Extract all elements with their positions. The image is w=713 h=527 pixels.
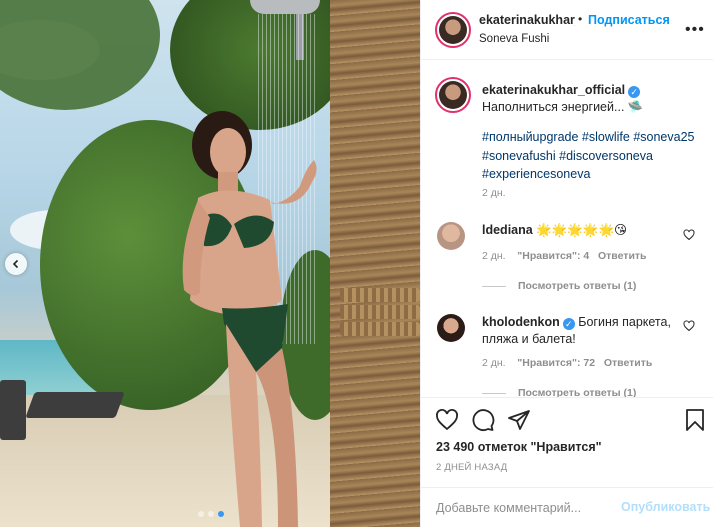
carousel-prev-button[interactable] bbox=[5, 253, 27, 275]
likes-count[interactable]: 23 490 отметок "Нравится" bbox=[436, 440, 602, 454]
caption-time: 2 дн. bbox=[482, 187, 506, 199]
view-replies-label[interactable]: Посмотреть ответы (1) bbox=[518, 387, 636, 397]
bookmark-icon[interactable] bbox=[683, 408, 707, 432]
comment-time: 2 дн. bbox=[482, 357, 506, 369]
comment-text: 🌟🌟🌟🌟🌟😘 bbox=[536, 223, 628, 237]
comments-list[interactable]: ekaterinakukhar_official ✓ Наполниться эн… bbox=[421, 61, 713, 397]
location-link[interactable]: Soneva Fushi bbox=[479, 33, 549, 45]
post-date: 2 ДНЕЙ НАЗАД bbox=[436, 462, 508, 473]
replies-divider bbox=[482, 285, 506, 287]
like-comment-heart-icon[interactable] bbox=[683, 229, 695, 241]
comment-text: Богиня паркета, bbox=[578, 315, 671, 329]
comment-icon[interactable] bbox=[471, 408, 495, 432]
hashtag-line[interactable]: #experiencesoneva bbox=[482, 165, 702, 184]
caption-avatar-ring[interactable] bbox=[435, 77, 471, 113]
post-side-panel: ekaterinakukhar_of • Подписаться Soneva … bbox=[420, 0, 713, 527]
person-figure bbox=[182, 111, 317, 527]
caption-hashtags: #полныйupgrade #slowlife #soneva25 #sone… bbox=[482, 128, 702, 184]
verified-badge-icon: ✓ bbox=[562, 318, 575, 330]
view-replies-button[interactable]: Посмотреть ответы (1) bbox=[482, 387, 636, 397]
rope bbox=[340, 288, 420, 302]
post-photo[interactable] bbox=[0, 0, 420, 527]
reply-button[interactable]: Ответить bbox=[604, 357, 653, 369]
caption-username[interactable]: ekaterinakukhar_official bbox=[482, 83, 625, 97]
foliage bbox=[0, 0, 160, 110]
comment-likes[interactable]: "Нравится": 72 bbox=[517, 357, 595, 369]
hashtag-line[interactable]: #полныйupgrade #slowlife #soneva25 bbox=[482, 128, 702, 147]
verified-badge-icon: ✓ bbox=[628, 86, 641, 98]
post-actions: 23 490 отметок "Нравится" 2 ДНЕЙ НАЗАД bbox=[421, 397, 713, 487]
comment: kholodenkon ✓ Богиня паркета, пляжа и бал… bbox=[482, 314, 682, 348]
follow-button[interactable]: Подписаться bbox=[588, 13, 670, 27]
palm-trunk bbox=[330, 0, 420, 527]
more-options-icon[interactable]: ••• bbox=[685, 21, 705, 39]
comment-text: пляжа и балета! bbox=[482, 332, 576, 346]
caption-avatar bbox=[439, 81, 467, 109]
caption-text: Наполниться энергией... 🛸 bbox=[482, 100, 644, 114]
comment-meta: 2 дн. "Нравится": 4 Ответить bbox=[482, 250, 647, 262]
comment-time: 2 дн. bbox=[482, 250, 506, 262]
author-username[interactable]: ekaterinakukhar_of bbox=[479, 13, 575, 27]
view-replies-label[interactable]: Посмотреть ответы (1) bbox=[518, 280, 636, 292]
view-replies-button[interactable]: Посмотреть ответы (1) bbox=[482, 280, 636, 292]
heart-icon[interactable] bbox=[435, 408, 459, 432]
like-comment-heart-icon[interactable] bbox=[683, 320, 695, 332]
sun-lounger bbox=[0, 380, 26, 440]
chevron-left-icon bbox=[12, 259, 19, 269]
publish-button[interactable]: Опубликовать bbox=[621, 500, 710, 514]
carousel-indicators bbox=[198, 511, 224, 517]
separator-dot: • bbox=[578, 12, 583, 26]
sun-lounger bbox=[25, 392, 125, 418]
commenter-avatar[interactable] bbox=[437, 222, 465, 250]
reply-button[interactable]: Ответить bbox=[598, 250, 647, 262]
hashtag-line[interactable]: #sonevafushi #discoversoneva bbox=[482, 147, 702, 166]
carousel-dot-active bbox=[218, 511, 224, 517]
carousel-dot bbox=[208, 511, 214, 517]
comment-likes[interactable]: "Нравится": 4 bbox=[517, 250, 589, 262]
carousel-dot bbox=[198, 511, 204, 517]
comment-meta: 2 дн. "Нравится": 72 Ответить bbox=[482, 357, 652, 369]
comment-username[interactable]: ldediana bbox=[482, 223, 533, 237]
rope bbox=[340, 305, 420, 319]
post-header: ekaterinakukhar_of • Подписаться Soneva … bbox=[421, 0, 713, 60]
caption-author[interactable]: ekaterinakukhar_official ✓ bbox=[482, 83, 641, 98]
comment-username[interactable]: kholodenkon bbox=[482, 315, 560, 329]
comment-input[interactable] bbox=[436, 498, 616, 518]
add-comment-bar: Опубликовать bbox=[421, 487, 713, 527]
comment: ldediana 🌟🌟🌟🌟🌟😘 bbox=[482, 222, 627, 238]
author-avatar bbox=[439, 16, 467, 44]
share-icon[interactable] bbox=[507, 408, 531, 432]
rope bbox=[340, 322, 420, 336]
shower-head bbox=[250, 0, 320, 14]
commenter-avatar[interactable] bbox=[437, 314, 465, 342]
avatar-ring[interactable] bbox=[435, 12, 471, 48]
replies-divider bbox=[482, 392, 506, 394]
